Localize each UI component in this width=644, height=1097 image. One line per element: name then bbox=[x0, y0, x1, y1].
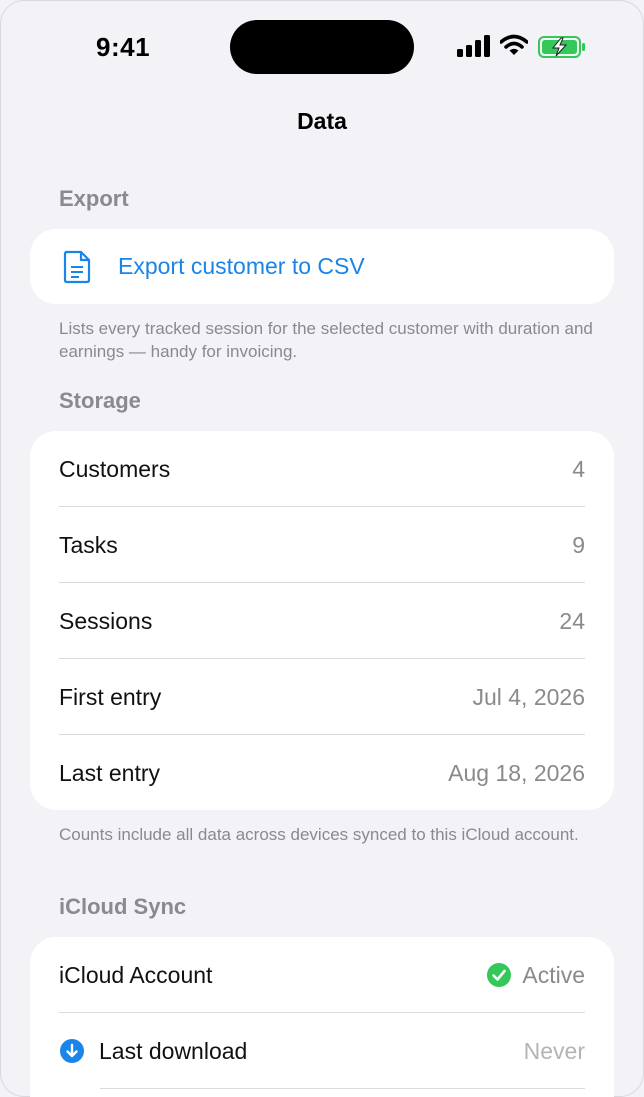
export-csv-label: Export customer to CSV bbox=[118, 253, 365, 279]
last-download-label: Last download bbox=[99, 1037, 248, 1064]
section-header-storage: Storage bbox=[59, 388, 141, 413]
document-icon bbox=[63, 250, 91, 283]
icloud-card: iCloud Account Active Last download Neve… bbox=[30, 937, 614, 1097]
battery-charging-icon bbox=[538, 36, 585, 58]
section-header-icloud: iCloud Sync bbox=[59, 894, 187, 919]
dynamic-island bbox=[230, 20, 414, 74]
status-bar: 9:41 bbox=[0, 0, 644, 96]
last-download-label-group: Last download bbox=[59, 1038, 247, 1065]
storage-row-last-entry: Last entry Aug 18, 2026 bbox=[30, 735, 614, 810]
storage-row-value: 9 bbox=[572, 531, 585, 558]
phone-screen: 9:41 Data Export Export customer to CSV … bbox=[0, 0, 644, 1097]
storage-row-label: First entry bbox=[59, 683, 162, 710]
storage-row-value: 4 bbox=[572, 455, 585, 482]
storage-row-value: Aug 18, 2026 bbox=[448, 759, 585, 786]
export-csv-button[interactable]: Export customer to CSV bbox=[30, 229, 614, 304]
storage-row-tasks: Tasks 9 bbox=[30, 507, 614, 583]
status-time: 9:41 bbox=[96, 32, 151, 62]
storage-row-value: 24 bbox=[559, 607, 585, 634]
row-divider bbox=[100, 1088, 585, 1089]
storage-footer-note: Counts include all data across devices s… bbox=[59, 825, 579, 844]
icloud-account-label: iCloud Account bbox=[59, 961, 213, 988]
storage-row-label: Sessions bbox=[59, 607, 153, 634]
checkmark-circle-icon bbox=[487, 963, 512, 987]
export-card: Export customer to CSV bbox=[30, 229, 614, 304]
wifi-icon bbox=[500, 34, 528, 55]
storage-row-first-entry: First entry Jul 4, 2026 bbox=[30, 659, 614, 735]
storage-row-customers: Customers 4 bbox=[30, 431, 614, 507]
storage-card: Customers 4 Tasks 9 Sessions 24 First en… bbox=[30, 431, 614, 810]
storage-row-label: Last entry bbox=[59, 759, 160, 786]
icloud-account-row: iCloud Account Active bbox=[30, 937, 614, 1013]
icloud-account-status-text: Active bbox=[522, 961, 585, 988]
storage-row-value: Jul 4, 2026 bbox=[472, 683, 585, 710]
section-header-export: Export bbox=[59, 186, 129, 211]
arrow-down-circle-icon bbox=[60, 1039, 84, 1063]
cellular-signal-icon bbox=[457, 35, 490, 57]
last-download-value: Never bbox=[523, 1037, 585, 1064]
last-download-row: Last download Never bbox=[30, 1013, 614, 1089]
icloud-account-status: Active bbox=[486, 962, 585, 989]
export-footer-note: Lists every tracked session for the sele… bbox=[59, 319, 593, 361]
page-title: Data bbox=[297, 108, 347, 134]
storage-row-label: Customers bbox=[59, 455, 171, 482]
storage-row-sessions: Sessions 24 bbox=[30, 583, 614, 659]
storage-row-label: Tasks bbox=[59, 531, 118, 558]
